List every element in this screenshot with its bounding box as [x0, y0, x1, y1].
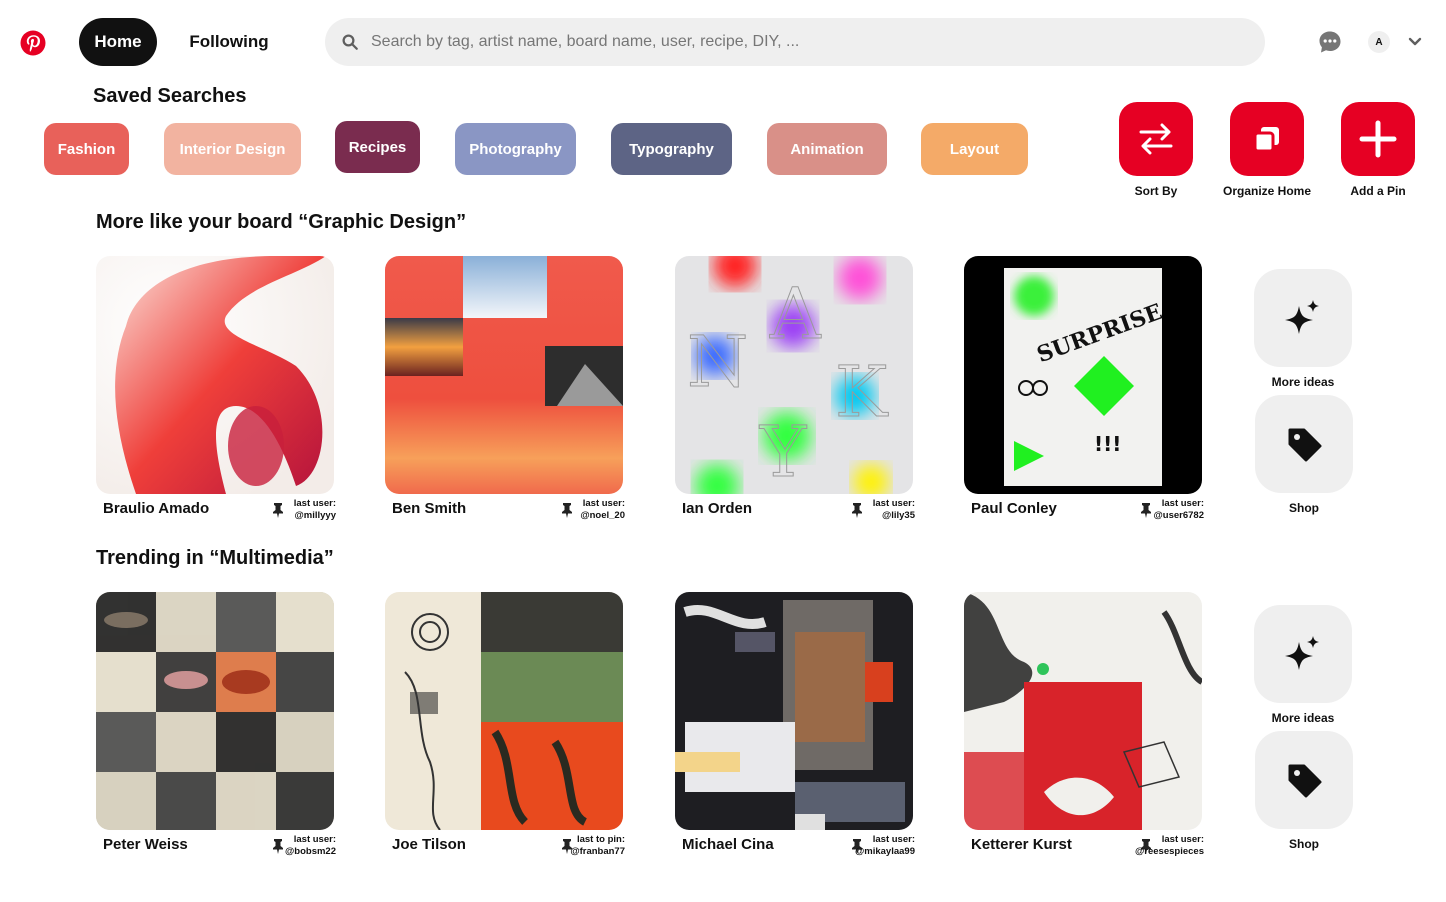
more-ideas-button[interactable]: More ideas	[1254, 269, 1352, 389]
chip-layout[interactable]: Layout	[921, 123, 1028, 175]
artist-name[interactable]: Ketterer Kurst	[971, 836, 1072, 853]
svg-text:!!!: !!!	[1094, 432, 1121, 456]
copy-icon	[1253, 127, 1279, 153]
pin-image[interactable]	[964, 592, 1202, 830]
chip-typography[interactable]: Typography	[611, 123, 732, 175]
artist-name[interactable]: Peter Weiss	[103, 836, 188, 853]
chip-interior-design[interactable]: Interior Design	[164, 123, 301, 175]
organize-home-label: Organize Home	[1222, 184, 1312, 198]
pin-image[interactable]	[96, 256, 334, 494]
add-pin-label: Add a Pin	[1350, 184, 1406, 198]
pin-card[interactable]: Braulio Amado last user: @millyyy	[96, 256, 336, 521]
shop-button[interactable]: Shop	[1255, 731, 1353, 851]
last-user-info: last user: @lily35	[872, 498, 915, 521]
shop-label: Shop	[1289, 837, 1319, 851]
chip-recipes[interactable]: Recipes	[335, 121, 420, 173]
home-tab[interactable]: Home	[79, 18, 157, 66]
last-user-info: last user: @reesespieces	[1135, 834, 1204, 857]
pin-image[interactable]	[675, 592, 913, 830]
pin-card[interactable]: Michael Cina last user: @mikaylaa99	[675, 592, 915, 857]
pin-card[interactable]: Ben Smith last user: @noel_20	[385, 256, 625, 521]
sort-by-label: Sort By	[1134, 184, 1178, 198]
shop-button[interactable]: Shop	[1255, 395, 1353, 515]
svg-text:Y: Y	[759, 411, 807, 493]
sparkle-icon	[1285, 300, 1319, 334]
pin-card[interactable]: Peter Weiss last user: @bobsm22	[96, 592, 336, 857]
last-user-info: last user: @user6782	[1153, 498, 1204, 521]
last-user-info: last user: @bobsm22	[285, 834, 336, 857]
tag-icon	[1288, 764, 1322, 798]
organize-home-button[interactable]: Organize Home	[1219, 102, 1315, 198]
pin-image[interactable]	[385, 256, 623, 494]
pin-image[interactable]: SURPRISE !!!	[964, 256, 1202, 494]
pushpin-icon	[852, 503, 862, 518]
artist-name[interactable]: Ian Orden	[682, 500, 752, 517]
section-title-graphic-design: More like your board “Graphic Design”	[96, 211, 467, 233]
search-bar[interactable]	[325, 18, 1265, 66]
pin-card[interactable]: SURPRISE !!! Paul Conley last user: @user…	[964, 256, 1204, 521]
last-user-info: last to pin: @franban77	[570, 834, 625, 857]
pushpin-icon	[273, 839, 283, 854]
messages-icon[interactable]	[1318, 30, 1342, 54]
pin-image[interactable]	[385, 592, 623, 830]
svg-text:K: K	[835, 351, 889, 433]
pushpin-icon	[1141, 503, 1151, 518]
pin-card[interactable]: Joe Tilson last to pin: @franban77	[385, 592, 625, 857]
last-user-info: last user: @mikaylaa99	[855, 834, 915, 857]
sort-by-button[interactable]: Sort By	[1108, 102, 1204, 198]
chip-animation[interactable]: Animation	[767, 123, 887, 175]
pushpin-icon	[562, 503, 572, 518]
artist-name[interactable]: Joe Tilson	[392, 836, 466, 853]
pinterest-logo-icon[interactable]	[20, 30, 46, 56]
more-ideas-label: More ideas	[1271, 711, 1335, 725]
following-tab[interactable]: Following	[174, 18, 284, 66]
search-input[interactable]	[371, 33, 1231, 51]
pin-image[interactable]	[96, 592, 334, 830]
search-icon	[342, 34, 358, 50]
last-user-info: last user: @noel_20	[580, 498, 625, 521]
saved-searches-title: Saved Searches	[93, 85, 247, 107]
pin-card[interactable]: Ketterer Kurst last user: @reesespieces	[964, 592, 1204, 857]
last-user-info: last user: @millyyy	[293, 498, 336, 521]
svg-text:A: A	[769, 273, 822, 355]
plus-icon	[1359, 120, 1397, 158]
more-ideas-label: More ideas	[1271, 375, 1335, 389]
add-pin-button[interactable]: Add a Pin	[1330, 102, 1426, 198]
shop-label: Shop	[1289, 501, 1319, 515]
section-title-multimedia: Trending in “Multimedia”	[96, 547, 334, 569]
artist-name[interactable]: Michael Cina	[682, 836, 774, 853]
tag-icon	[1288, 428, 1322, 462]
pushpin-icon	[273, 503, 283, 518]
pin-card[interactable]: N A K Y Ian Orden last user: @lily35	[675, 256, 915, 521]
swap-arrows-icon	[1139, 123, 1173, 155]
avatar[interactable]: A	[1368, 31, 1390, 53]
chip-fashion[interactable]: Fashion	[44, 123, 129, 175]
pin-image[interactable]: N A K Y	[675, 256, 913, 494]
chevron-down-icon[interactable]	[1408, 36, 1422, 48]
artist-name[interactable]: Paul Conley	[971, 500, 1057, 517]
chip-photography[interactable]: Photography	[455, 123, 576, 175]
artist-name[interactable]: Ben Smith	[392, 500, 466, 517]
more-ideas-button[interactable]: More ideas	[1254, 605, 1352, 725]
sparkle-icon	[1285, 636, 1319, 670]
artist-name[interactable]: Braulio Amado	[103, 500, 209, 517]
svg-text:N: N	[687, 321, 748, 403]
